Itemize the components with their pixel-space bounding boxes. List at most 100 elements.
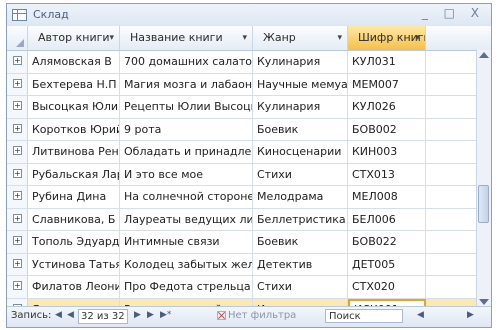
row-selector[interactable]: + — [7, 186, 28, 208]
cell-genre[interactable]: Детектив — [253, 253, 348, 275]
sort-filter-arrow-icon[interactable]: ▾ — [242, 26, 247, 50]
table-row[interactable]: + Бехтерева Н.П Магия мозга и лабаонты Науч… — [7, 73, 491, 96]
cell-title[interactable]: Интимные связи — [120, 231, 253, 253]
cell-genre[interactable]: Киносценарии — [253, 141, 348, 163]
table-row[interactable]: + Алямовская В 700 домашних салатов Кулинар… — [7, 51, 491, 74]
cell-author[interactable]: Бехтерева Н.П — [28, 73, 120, 95]
column-header-code[interactable]: Шифр книги ▾ — [348, 26, 426, 50]
cell-code[interactable]: КУЛ031 — [348, 51, 426, 73]
search-input[interactable]: Поиск — [325, 309, 403, 323]
row-selector[interactable]: + — [7, 163, 28, 185]
sort-filter-arrow-icon[interactable]: ▾ — [109, 26, 114, 50]
column-header-author[interactable]: Автор книги ▾ — [28, 26, 120, 50]
cell-title[interactable]: 9 рота — [120, 118, 253, 140]
cell-title[interactable]: Рецепты Юлии Высоцкой — [120, 96, 253, 118]
expand-icon[interactable]: + — [13, 146, 22, 155]
cell-author[interactable]: Филатов Леонид — [28, 276, 120, 298]
cell-genre[interactable]: Кулинария — [253, 96, 348, 118]
scroll-up-icon[interactable] — [479, 52, 489, 58]
expand-icon[interactable]: + — [13, 56, 22, 65]
sort-filter-arrow-icon[interactable]: ▾ — [415, 26, 420, 50]
cell-author[interactable]: Высоцкая Юлия — [28, 96, 120, 118]
cell-code[interactable]: КУЛ026 — [348, 96, 426, 118]
new-record-button[interactable]: ▶* — [160, 310, 171, 320]
table-row[interactable]: + Славникова, БЛауреаты ведущих литератур… — [7, 208, 491, 231]
scroll-right-icon[interactable]: ▶ — [467, 310, 474, 320]
table-row[interactable]: + Коротков Юрий 9 рота Боевик БОВ002 — [7, 118, 491, 141]
cell-title[interactable]: Лауреаты ведущих литературных — [120, 208, 253, 230]
cell-author[interactable]: Коротков Юрий — [28, 118, 120, 140]
cell-author[interactable]: Алямовская В — [28, 51, 120, 73]
expand-icon[interactable]: + — [13, 258, 22, 268]
cell-genre[interactable]: Беллетристика — [253, 208, 348, 230]
scroll-down-icon[interactable] — [479, 299, 489, 305]
row-selector[interactable]: + — [7, 118, 28, 140]
cell-title[interactable]: Магия мозга и лабаонты — [120, 73, 253, 95]
cell-code[interactable]: БОВ022 — [348, 231, 426, 253]
cell-code[interactable]: СТХ020 — [348, 276, 426, 298]
cell-genre[interactable]: Стихи — [253, 163, 348, 185]
cell-code[interactable]: МЕМ007 — [348, 73, 426, 95]
cell-author[interactable]: Рубальская Лариса — [28, 163, 120, 185]
cell-code[interactable]: ДЕТ005 — [348, 253, 426, 275]
row-selector[interactable]: + — [7, 253, 28, 275]
cell-author[interactable]: Славникова, Б — [28, 208, 120, 230]
expand-icon[interactable]: + — [13, 168, 22, 178]
cell-author[interactable]: Тополь Эдуард — [28, 231, 120, 253]
table-row[interactable]: + Литвинова РенатаОбладать и принадлежать… — [7, 141, 491, 164]
filter-indicator[interactable]: Нет фильтра — [217, 310, 296, 321]
cell-code[interactable]: КИН003 — [348, 141, 426, 163]
cell-title[interactable]: 700 домашних салатов — [120, 51, 253, 73]
table-row[interactable]: + Рубина ДинаНа солнечной стороне улицыМе… — [7, 186, 491, 209]
row-selector[interactable]: + — [7, 231, 28, 253]
window-controls[interactable]: _ □ X — [422, 6, 485, 20]
row-selector[interactable]: + — [7, 96, 28, 118]
expand-icon[interactable]: + — [13, 123, 22, 133]
cell-code[interactable]: МЕЛ008 — [348, 186, 426, 208]
expand-icon[interactable]: + — [13, 236, 22, 245]
vertical-scrollbar[interactable] — [476, 50, 491, 308]
expand-icon[interactable]: + — [13, 281, 22, 290]
prev-record-button[interactable]: ◀ — [67, 310, 74, 320]
expand-icon[interactable]: + — [13, 101, 22, 110]
cell-author[interactable]: Литвинова Рената — [28, 141, 120, 163]
next-record-button[interactable]: ▶ — [134, 310, 141, 320]
row-selector[interactable]: + — [7, 141, 28, 163]
select-all-corner[interactable] — [7, 26, 28, 50]
column-header-title[interactable]: Название книги ▾ — [120, 26, 253, 50]
cell-author[interactable]: Рубина Дина — [28, 186, 120, 208]
cell-genre[interactable]: Боевик — [253, 118, 348, 140]
cell-title[interactable]: На солнечной стороне улицы — [120, 186, 253, 208]
cell-code[interactable]: БЕЛ006 — [348, 208, 426, 230]
table-row[interactable]: + Тополь Эдуард Интимные связи Боевик БОВ022 — [7, 231, 491, 254]
column-header-genre[interactable]: Жанр ▾ — [253, 26, 348, 50]
row-selector[interactable]: + — [7, 208, 28, 230]
cell-title[interactable]: И это все мое — [120, 163, 253, 185]
table-row[interactable]: + Филатов Леонид Про Федота стрельца Стихи С… — [7, 276, 491, 299]
cell-code[interactable]: СТХ013 — [348, 163, 426, 185]
first-record-button[interactable]: ◀ — [55, 310, 62, 320]
cell-code[interactable]: БОВ002 — [348, 118, 426, 140]
row-selector[interactable]: + — [7, 73, 28, 95]
row-selector[interactable]: + — [7, 51, 28, 73]
cell-genre[interactable]: Стихи — [253, 276, 348, 298]
cell-genre[interactable]: Боевик — [253, 231, 348, 253]
cell-genre[interactable]: Научные мемуары — [253, 73, 348, 95]
table-row[interactable]: + Рубальская ЛарисаИ это все моеСтихиСТХ0… — [7, 163, 491, 186]
table-row[interactable]: + Устинова ТатьянаКолодец забытых желаний… — [7, 253, 491, 276]
cell-genre[interactable]: Мелодрама — [253, 186, 348, 208]
table-row[interactable]: + Высоцкая ЮлияРецепты Юлии ВысоцкойКулин… — [7, 96, 491, 119]
cell-title[interactable]: Про Федота стрельца — [120, 276, 253, 298]
cell-title[interactable]: Колодец забытых желаний — [120, 253, 253, 275]
sort-filter-arrow-icon[interactable]: ▾ — [337, 26, 342, 50]
last-record-button[interactable]: ▶ — [147, 310, 154, 320]
expand-icon[interactable]: + — [13, 213, 22, 223]
expand-icon[interactable]: + — [13, 78, 22, 88]
scroll-thumb[interactable] — [478, 185, 489, 223]
row-selector[interactable]: + — [7, 276, 28, 298]
cell-title[interactable]: Обладать и принадлежать — [120, 141, 253, 163]
expand-icon[interactable]: + — [13, 191, 22, 200]
scroll-left-icon[interactable]: ◀ — [417, 310, 424, 320]
cell-genre[interactable]: Кулинария — [253, 51, 348, 73]
cell-author[interactable]: Устинова Татьяна — [28, 253, 120, 275]
